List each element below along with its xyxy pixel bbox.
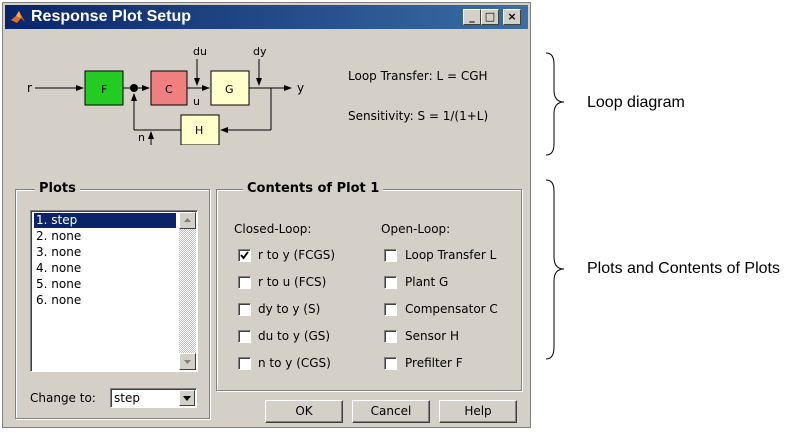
block-f-label: F — [101, 83, 107, 96]
scroll-up-button[interactable] — [179, 212, 196, 229]
chevron-down-icon — [183, 396, 191, 401]
scroll-up-icon — [184, 218, 191, 222]
plot-list-item[interactable]: 6. none — [34, 293, 81, 308]
loop-diagram-brace — [545, 52, 565, 156]
response-plot-setup-window: Response Plot Setup _ □ × r F C du u G d… — [2, 2, 531, 428]
window-title: Response Plot Setup — [31, 8, 192, 25]
contents-group-label: Contents of Plot 1 — [243, 181, 384, 196]
loop-diagram: r F C du u G dy y H — [27, 45, 304, 145]
sensitivity-equation: Sensitivity: S = 1/(1+L) — [348, 109, 489, 123]
plot-list-item[interactable]: 2. none — [34, 229, 81, 244]
minimize-icon: _ — [469, 10, 475, 23]
plot-list-item[interactable]: 4. none — [34, 261, 81, 276]
checkbox-prefilter-f[interactable] — [384, 357, 397, 370]
checkbox-label: Plant G — [405, 275, 449, 289]
minimize-button[interactable]: _ — [463, 9, 481, 25]
plots-group-label: Plots — [35, 181, 80, 196]
checkbox-label: n to y (CGS) — [258, 356, 331, 370]
cancel-button[interactable]: Cancel — [352, 400, 430, 423]
plots-contents-annotation: Plots and Contents of Plots — [587, 260, 780, 277]
matlab-logo-icon — [11, 11, 25, 23]
checkbox-n-to-y[interactable] — [238, 357, 251, 370]
signal-y-label: y — [297, 81, 304, 95]
checkbox-label: Prefilter F — [405, 356, 463, 370]
block-c-label: C — [165, 83, 173, 96]
signal-n-label: n — [138, 131, 145, 144]
dropdown-button[interactable] — [179, 390, 195, 406]
checkbox-dy-to-y[interactable] — [238, 303, 251, 316]
checkbox-sensor-h[interactable] — [384, 330, 397, 343]
help-button[interactable]: Help — [439, 400, 517, 423]
signal-dy-label: dy — [253, 45, 267, 58]
block-h-label: H — [195, 124, 203, 137]
plot-list-item[interactable]: 3. none — [34, 245, 81, 260]
closed-loop-header: Closed-Loop: — [234, 222, 312, 236]
signal-du-label: du — [193, 45, 207, 58]
open-loop-header: Open-Loop: — [381, 222, 451, 236]
checkbox-label: dy to y (S) — [258, 302, 321, 316]
scroll-down-icon — [184, 360, 191, 364]
checkbox-label: r to y (FCGS) — [258, 248, 336, 262]
list-scrollbar[interactable] — [179, 212, 196, 370]
checkbox-label: du to y (GS) — [258, 329, 331, 343]
loop-diagram-annotation: Loop diagram — [587, 94, 685, 111]
plots-contents-brace — [545, 179, 565, 360]
ok-button[interactable]: OK — [265, 400, 343, 423]
title-bar[interactable]: Response Plot Setup _ □ × — [5, 5, 528, 29]
plot-list-item[interactable]: 1. step — [34, 213, 176, 228]
signal-r-label: r — [27, 81, 32, 95]
plot-list-item[interactable]: 5. none — [34, 277, 81, 292]
checkbox-r-to-y[interactable] — [238, 249, 251, 262]
checkbox-du-to-y[interactable] — [238, 330, 251, 343]
change-to-label: Change to: — [30, 391, 96, 405]
checkbox-r-to-u[interactable] — [238, 276, 251, 289]
checkbox-plant-g[interactable] — [384, 276, 397, 289]
loop-transfer-equation: Loop Transfer: L = CGH — [348, 69, 488, 83]
scroll-down-button[interactable] — [179, 353, 196, 370]
checkbox-label: Compensator C — [405, 302, 498, 316]
plots-listbox[interactable]: 1. step 2. none 3. none 4. none 5. none … — [30, 210, 198, 372]
block-g-label: G — [225, 83, 234, 96]
close-button[interactable]: × — [503, 9, 521, 25]
maximize-icon: □ — [484, 10, 496, 23]
checkbox-loop-transfer[interactable] — [384, 249, 397, 262]
checkbox-compensator-c[interactable] — [384, 303, 397, 316]
change-to-dropdown[interactable]: step — [110, 388, 197, 408]
checkbox-label: Loop Transfer L — [405, 248, 497, 262]
signal-u-label: u — [193, 95, 200, 108]
check-mark-icon — [240, 251, 249, 260]
checkbox-label: r to u (FCS) — [258, 275, 327, 289]
summing-junction — [130, 84, 138, 92]
checkbox-label: Sensor H — [405, 329, 459, 343]
close-icon: × — [507, 10, 517, 23]
maximize-button[interactable]: □ — [481, 9, 499, 25]
change-to-value: step — [114, 391, 140, 405]
